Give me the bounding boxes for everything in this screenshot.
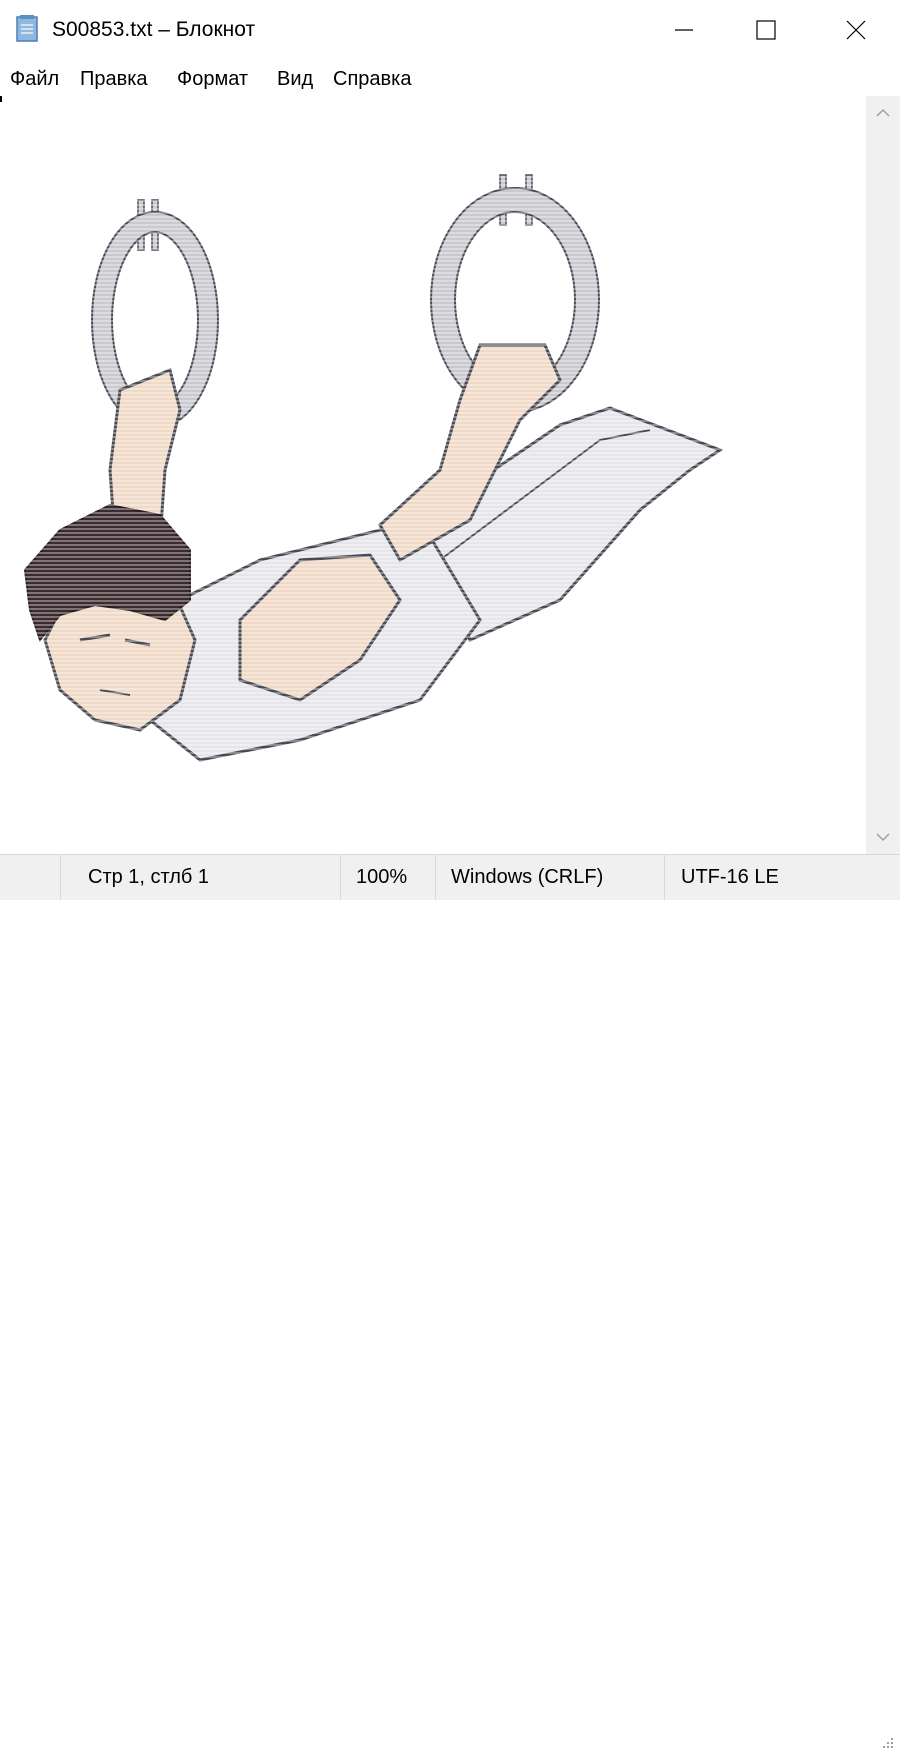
window-title: S00853.txt – Блокнот bbox=[52, 18, 256, 41]
notepad-icon bbox=[16, 15, 38, 42]
title-bar[interactable]: S00853.txt – Блокнот bbox=[0, 0, 900, 60]
status-separator bbox=[664, 855, 665, 900]
menu-help[interactable]: Справка bbox=[331, 64, 413, 94]
scroll-up-button[interactable] bbox=[866, 96, 900, 130]
menu-file[interactable]: Файл bbox=[8, 64, 61, 94]
menu-bar: Файл Правка Формат Вид Справка bbox=[0, 60, 900, 96]
minimize-button[interactable] bbox=[638, 0, 730, 60]
status-separator bbox=[340, 855, 341, 900]
menu-format[interactable]: Формат bbox=[175, 64, 250, 94]
text-caret bbox=[0, 96, 2, 102]
text-editor-area[interactable] bbox=[0, 96, 866, 854]
status-line-endings: Windows (CRLF) bbox=[451, 866, 604, 888]
menu-view[interactable]: Вид bbox=[275, 64, 315, 94]
scroll-down-button[interactable] bbox=[866, 820, 900, 854]
close-button[interactable] bbox=[810, 0, 900, 60]
status-encoding: UTF-16 LE bbox=[681, 866, 779, 888]
menu-edit[interactable]: Правка bbox=[78, 64, 150, 94]
status-cursor-position: Стр 1, стлб 1 bbox=[88, 866, 210, 888]
minimize-icon bbox=[675, 29, 693, 31]
status-zoom: 100% bbox=[356, 866, 408, 888]
status-bar: Стр 1, стлб 1 100% Windows (CRLF) UTF-16… bbox=[0, 854, 900, 1748]
status-separator bbox=[60, 855, 61, 900]
status-separator bbox=[435, 855, 436, 900]
maximize-button[interactable] bbox=[720, 0, 812, 60]
chevron-down-icon bbox=[876, 833, 890, 842]
vertical-scrollbar[interactable] bbox=[866, 96, 900, 854]
close-icon bbox=[846, 20, 866, 40]
maximize-icon bbox=[756, 20, 776, 40]
ascii-art-gymnast bbox=[0, 96, 866, 854]
chevron-up-icon bbox=[876, 108, 890, 117]
resize-grip-icon[interactable] bbox=[878, 1733, 896, 1751]
